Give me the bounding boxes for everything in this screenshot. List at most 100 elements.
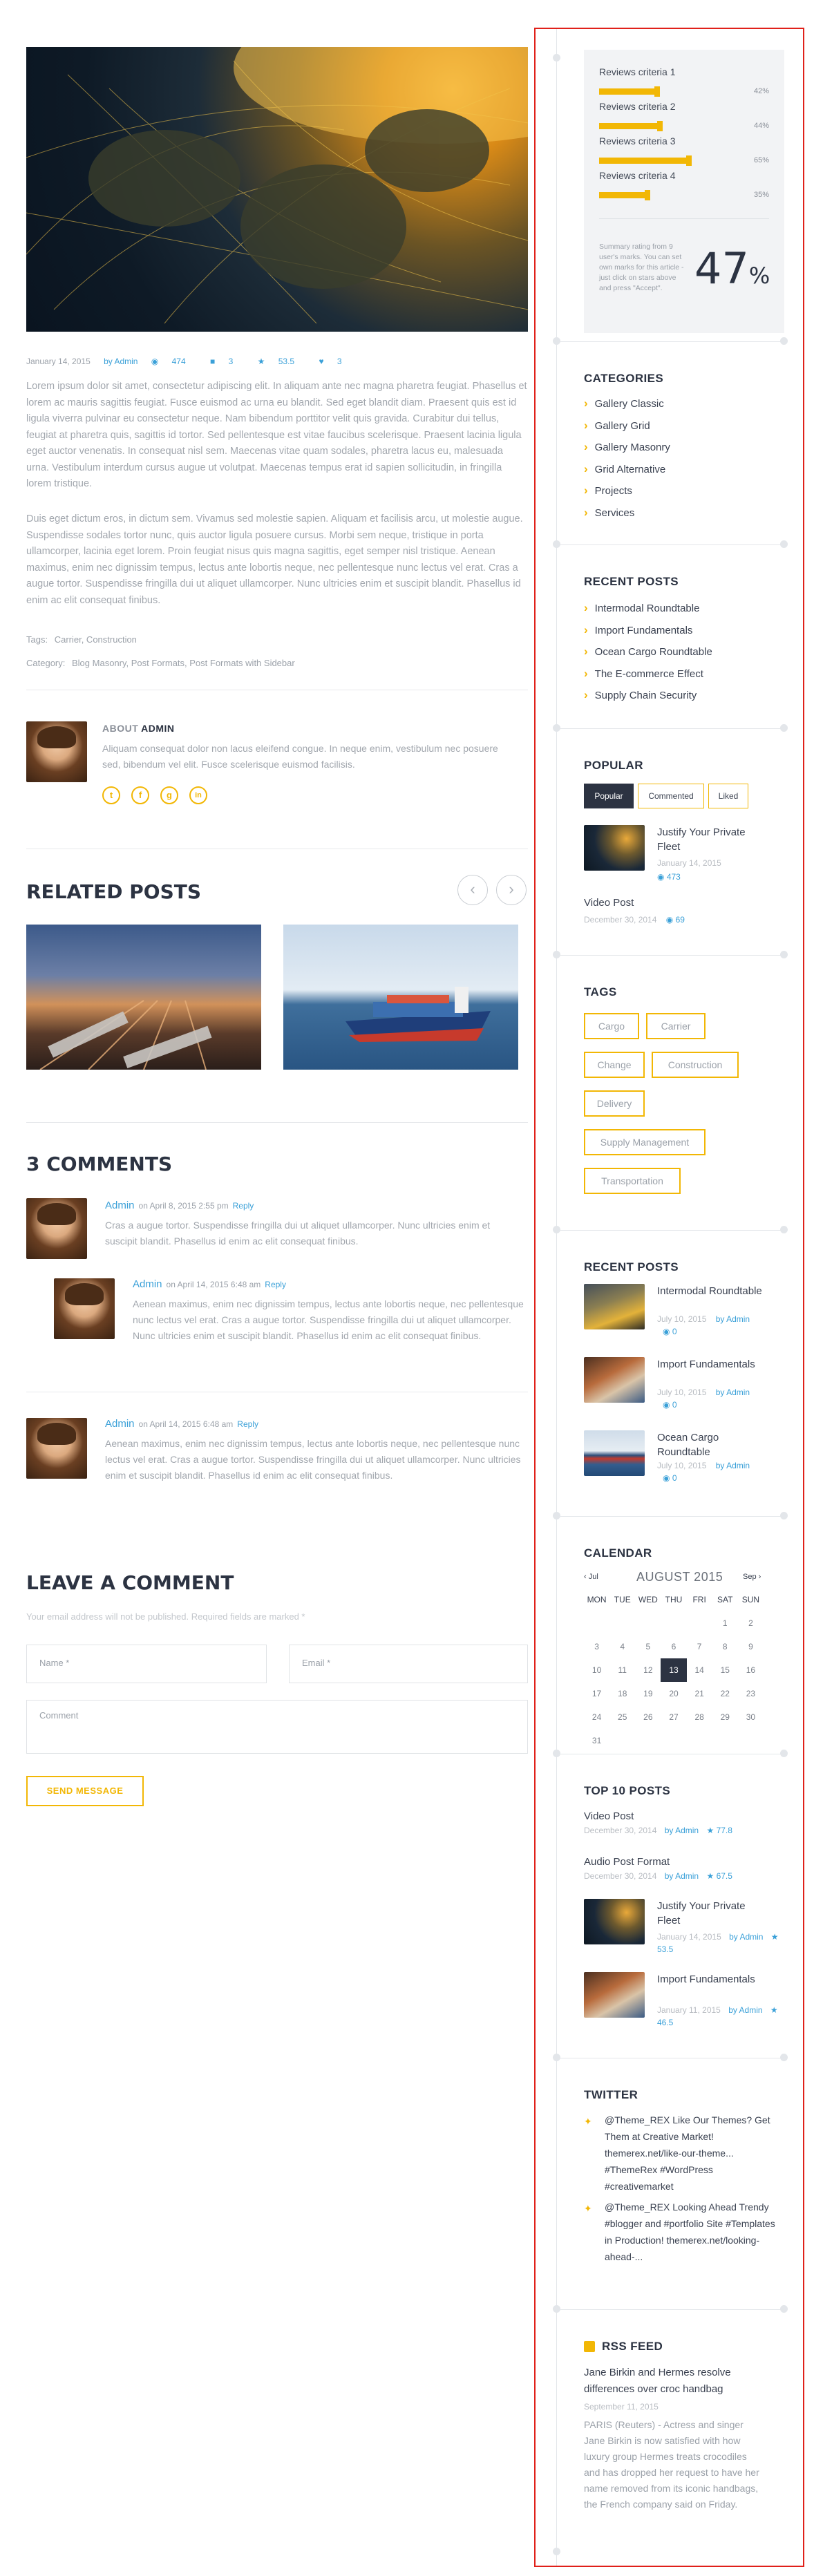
calendar-day[interactable]: 13: [661, 1658, 687, 1682]
related-post-image-ship[interactable]: [283, 925, 518, 1070]
calendar-next-month[interactable]: Sep ›: [743, 1573, 761, 1581]
reply-link[interactable]: Reply: [265, 1280, 286, 1289]
calendar-day[interactable]: 19: [635, 1682, 661, 1705]
recent-post-title[interactable]: Import Fundamentals: [657, 1357, 768, 1372]
calendar-day[interactable]: 25: [609, 1705, 635, 1729]
category-link[interactable]: Grid Alternative: [584, 458, 670, 480]
calendar-day[interactable]: 30: [738, 1705, 764, 1729]
popular-post-title[interactable]: Justify Your Private Fleet: [657, 825, 768, 854]
linkedin-icon[interactable]: in: [189, 786, 207, 804]
calendar-day[interactable]: 7: [687, 1635, 712, 1658]
top10-post-thumbnail[interactable]: [584, 1972, 645, 2018]
top10-post-title[interactable]: Video Post: [584, 1809, 634, 1824]
review-bar[interactable]: [599, 155, 692, 166]
comments-count[interactable]: ■ 3: [210, 357, 244, 366]
category-link[interactable]: Projects: [584, 480, 670, 502]
rss-headline[interactable]: Jane Birkin and Hermes resolve differenc…: [584, 2365, 764, 2398]
tag-supply-management[interactable]: Supply Management: [584, 1129, 706, 1155]
review-bar[interactable]: [599, 121, 663, 131]
calendar-day[interactable]: 14: [687, 1658, 712, 1682]
google-plus-icon[interactable]: g: [160, 786, 178, 804]
calendar-day[interactable]: 24: [584, 1705, 609, 1729]
calendar-day[interactable]: 3: [584, 1635, 609, 1658]
related-next-button[interactable]: ›: [496, 875, 527, 905]
category-link[interactable]: Gallery Masonry: [584, 436, 670, 458]
tab-commented[interactable]: Commented: [638, 784, 704, 808]
tweet-text[interactable]: @Theme_REX Like Our Themes? Get Them at …: [605, 2112, 784, 2195]
top10-post-thumbnail[interactable]: [584, 1899, 645, 1944]
calendar-day[interactable]: 8: [712, 1635, 738, 1658]
calendar-day[interactable]: 2: [738, 1611, 764, 1635]
categories-title: CATEGORIES: [584, 372, 664, 385]
top10-post-title[interactable]: Audio Post Format: [584, 1855, 670, 1869]
calendar-prev-month[interactable]: ‹ Jul: [584, 1573, 598, 1581]
tab-popular[interactable]: Popular: [584, 784, 634, 808]
tag-carrier[interactable]: Carrier: [646, 1013, 706, 1039]
recent-post-link[interactable]: Intermodal Roundtable: [584, 597, 712, 619]
twitter-icon: ✦: [584, 2116, 592, 2127]
facebook-icon[interactable]: f: [131, 786, 149, 804]
calendar-day[interactable]: 6: [661, 1635, 686, 1658]
post-author-link[interactable]: by Admin: [104, 357, 138, 366]
category-link[interactable]: Gallery Classic: [584, 392, 670, 415]
calendar-day[interactable]: 20: [661, 1682, 686, 1705]
calendar-day[interactable]: 28: [687, 1705, 712, 1729]
send-message-button[interactable]: SEND MESSAGE: [26, 1776, 144, 1806]
recent-post-thumbnail[interactable]: [584, 1430, 645, 1476]
email-field[interactable]: Email *: [289, 1645, 528, 1683]
calendar-day[interactable]: 4: [609, 1635, 635, 1658]
category-link[interactable]: Services: [584, 502, 670, 524]
calendar-day[interactable]: 22: [712, 1682, 738, 1705]
calendar-day[interactable]: 9: [738, 1635, 764, 1658]
calendar-day[interactable]: 10: [584, 1658, 609, 1682]
recent-post-link[interactable]: Import Fundamentals: [584, 619, 712, 641]
calendar-day[interactable]: 16: [738, 1658, 764, 1682]
review-bar[interactable]: [599, 86, 660, 97]
related-prev-button[interactable]: ‹: [457, 875, 488, 905]
calendar-day[interactable]: 26: [635, 1705, 661, 1729]
calendar-day[interactable]: 1: [712, 1611, 738, 1635]
tweet-text[interactable]: @Theme_REX Looking Ahead Trendy #blogger…: [605, 2199, 784, 2265]
top10-post-title[interactable]: Import Fundamentals: [657, 1972, 768, 1987]
popular-post-thumbnail[interactable]: [584, 825, 645, 871]
tab-liked[interactable]: Liked: [708, 784, 748, 808]
calendar-day[interactable]: 15: [712, 1658, 738, 1682]
calendar-day[interactable]: 17: [584, 1682, 609, 1705]
name-field[interactable]: Name *: [26, 1645, 267, 1683]
timeline-dot: [553, 2054, 560, 2061]
post-category-links[interactable]: Blog Masonry, Post Formats, Post Formats…: [72, 658, 295, 668]
calendar-day[interactable]: 12: [635, 1658, 661, 1682]
recent-post-title[interactable]: Intermodal Roundtable: [657, 1284, 768, 1298]
calendar-day[interactable]: 18: [609, 1682, 635, 1705]
calendar-day[interactable]: 23: [738, 1682, 764, 1705]
calendar-day[interactable]: 11: [609, 1658, 635, 1682]
recent-post-thumbnail[interactable]: [584, 1357, 645, 1403]
twitter-icon[interactable]: t: [102, 786, 120, 804]
category-link[interactable]: Gallery Grid: [584, 415, 670, 437]
calendar-day[interactable]: 31: [584, 1729, 609, 1752]
calendar-day[interactable]: 29: [712, 1705, 738, 1729]
reply-link[interactable]: Reply: [237, 1419, 258, 1429]
recent-post-link[interactable]: Ocean Cargo Roundtable: [584, 641, 712, 663]
tag-delivery[interactable]: Delivery: [584, 1090, 645, 1117]
recent-post-link[interactable]: The E-commerce Effect: [584, 663, 712, 685]
calendar-day[interactable]: 21: [687, 1682, 712, 1705]
calendar-day[interactable]: 27: [661, 1705, 686, 1729]
popular-post-title[interactable]: Video Post: [584, 896, 634, 910]
post-tags-links[interactable]: Carrier, Construction: [55, 634, 137, 645]
recent-post-link[interactable]: Supply Chain Security: [584, 684, 712, 706]
comment-field[interactable]: Comment: [26, 1700, 528, 1754]
calendar-day[interactable]: 5: [635, 1635, 661, 1658]
tag-transportation[interactable]: Transportation: [584, 1168, 681, 1194]
recent-post-title[interactable]: Ocean Cargo Roundtable: [657, 1430, 768, 1459]
reply-link[interactable]: Reply: [233, 1201, 254, 1211]
tag-cargo[interactable]: Cargo: [584, 1013, 639, 1039]
review-bar[interactable]: [599, 190, 650, 200]
sidebar: Reviews criteria 1 42% Reviews criteria …: [534, 28, 804, 2567]
likes-count[interactable]: ♥ 3: [319, 357, 352, 366]
recent-post-thumbnail[interactable]: [584, 1284, 645, 1329]
tag-construction[interactable]: Construction: [652, 1052, 739, 1078]
related-post-image-railway[interactable]: [26, 925, 261, 1070]
tag-change[interactable]: Change: [584, 1052, 645, 1078]
top10-post-title[interactable]: Justify Your Private Fleet: [657, 1899, 768, 1928]
